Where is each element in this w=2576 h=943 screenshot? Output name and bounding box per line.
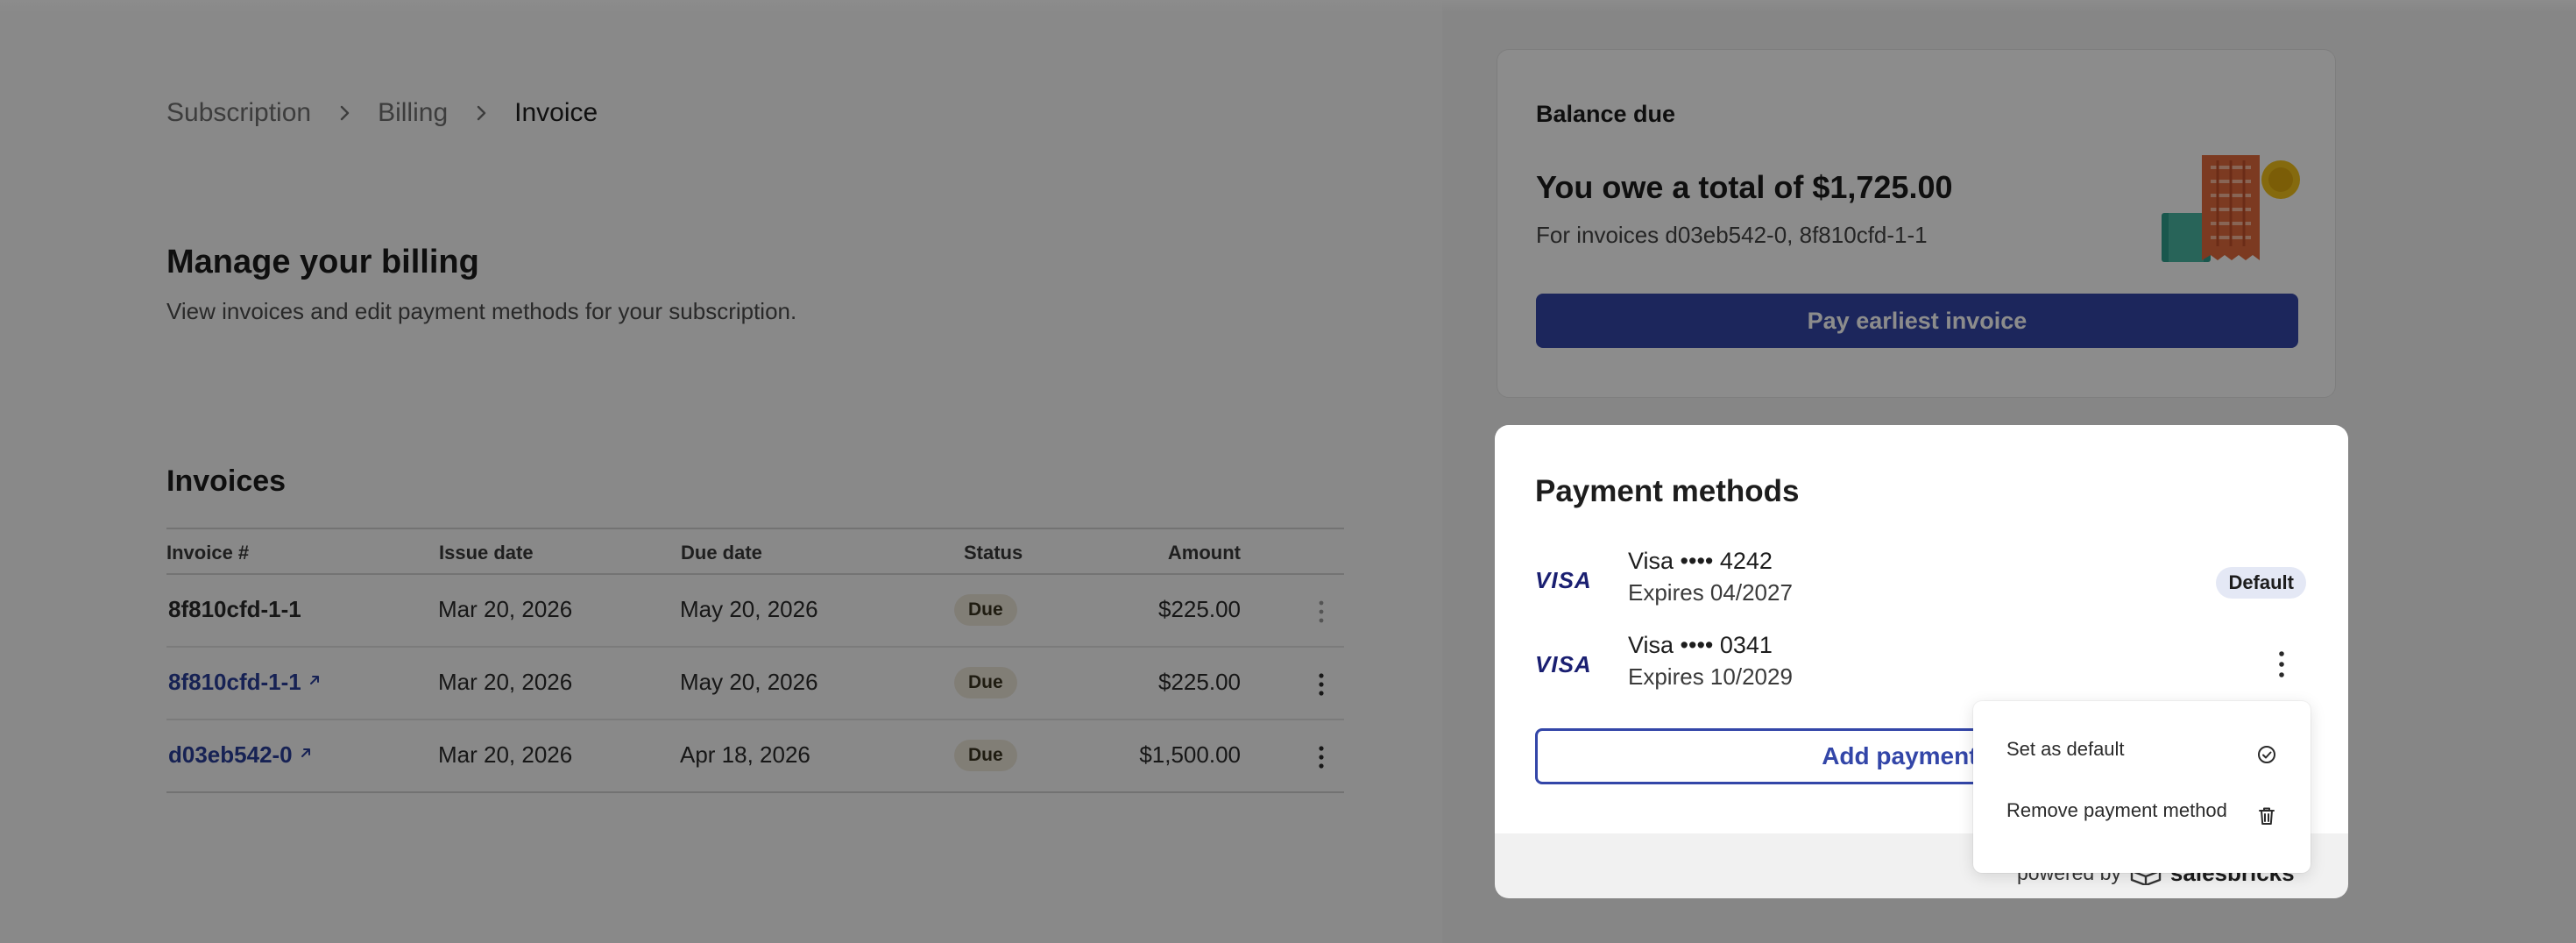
- payment-method-row[interactable]: VISA Visa •••• 0341 Expires 10/2029: [1535, 632, 2306, 702]
- card-name: Visa •••• 0341: [1628, 632, 1773, 658]
- remove-payment-method-item[interactable]: Remove payment method: [2006, 799, 2278, 834]
- card-menu-icon[interactable]: [2273, 649, 2290, 679]
- card-name: Visa •••• 4242: [1628, 548, 1773, 574]
- set-as-default-item[interactable]: Set as default: [2006, 738, 2278, 773]
- check-circle-icon: [2258, 746, 2275, 763]
- trash-icon: [2259, 807, 2275, 825]
- card-expiry: Expires 04/2027: [1628, 579, 1793, 606]
- card-options-menu: Set as default Remove payment method: [1973, 701, 2311, 873]
- default-badge: Default: [2216, 567, 2306, 599]
- top-shadow: [0, 0, 2576, 12]
- payment-method-row[interactable]: VISA Visa •••• 4242 Expires 04/2027 Defa…: [1535, 548, 2306, 618]
- visa-logo-icon: VISA: [1535, 567, 1592, 593]
- visa-logo-icon: VISA: [1535, 651, 1592, 677]
- remove-payment-method-label: Remove payment method: [2006, 799, 2227, 821]
- set-as-default-label: Set as default: [2006, 738, 2125, 760]
- card-expiry: Expires 10/2029: [1628, 663, 1793, 690]
- payment-methods-title: Payment methods: [1535, 474, 1800, 508]
